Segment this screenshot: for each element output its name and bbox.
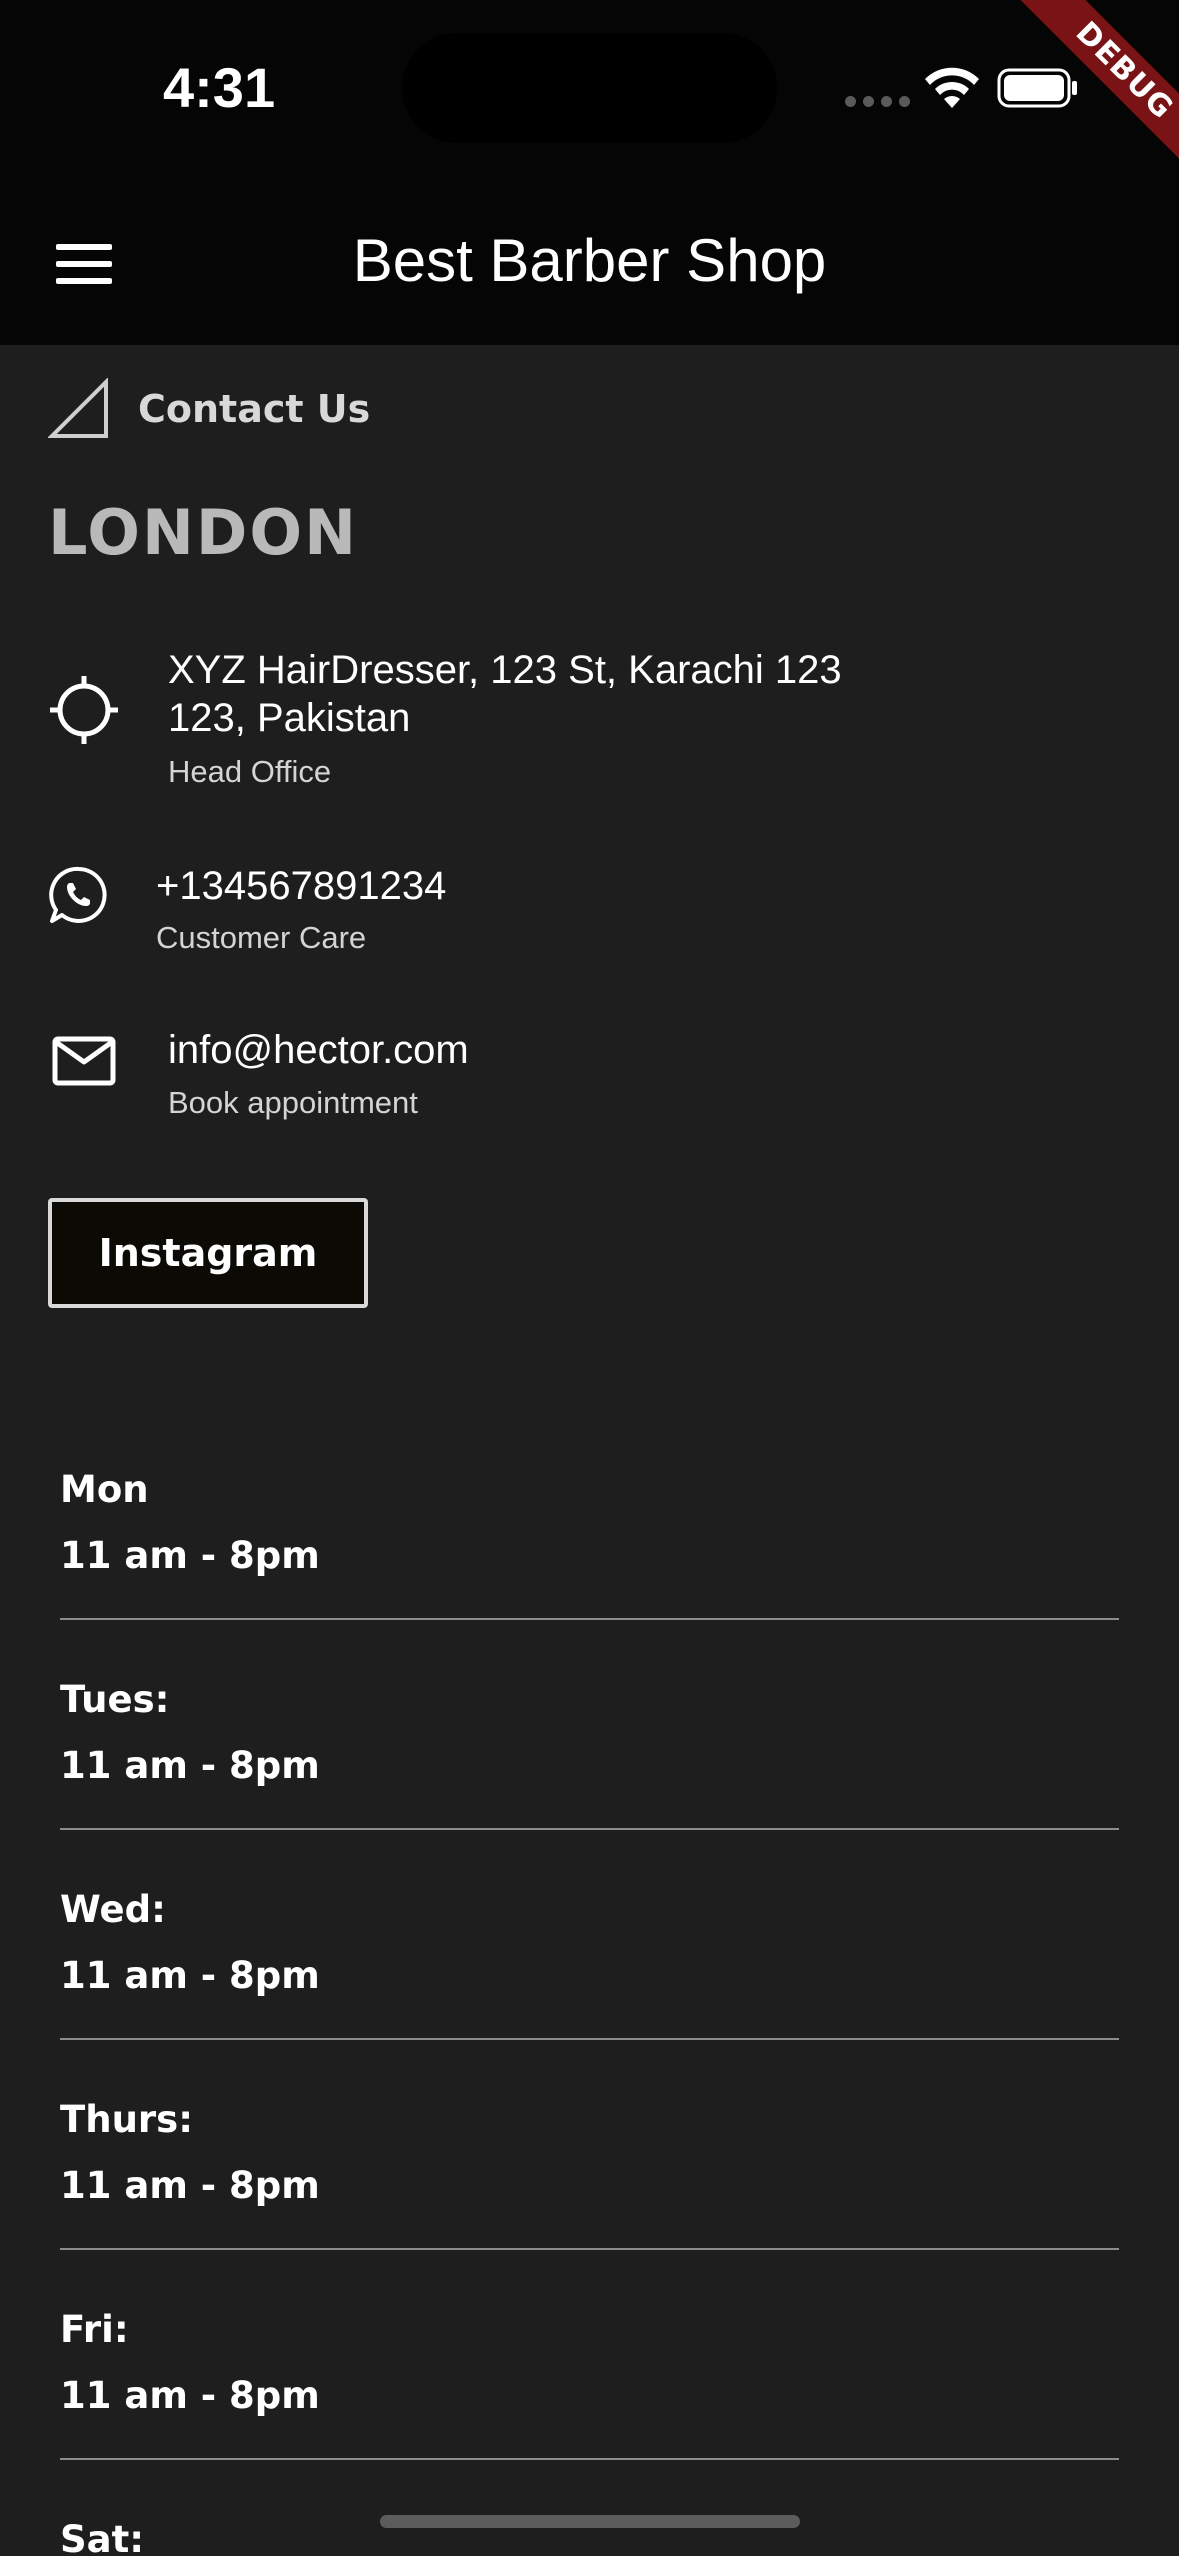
hours-value: 11 am - 8pm	[60, 1744, 320, 1787]
status-time: 4:31	[163, 56, 276, 119]
section-header: Contact Us	[48, 378, 370, 440]
instagram-button[interactable]: Instagram	[48, 1198, 368, 1308]
dynamic-island	[402, 33, 777, 143]
whatsapp-icon	[49, 866, 107, 923]
phone-number[interactable]: +134567891234	[156, 862, 446, 910]
section-title: Contact Us	[138, 387, 371, 431]
cellular-signal-icon	[845, 96, 910, 107]
address-text: XYZ HairDresser, 123 St, Karachi 123 123…	[168, 648, 842, 740]
hours-value: 11 am - 8pm	[60, 2374, 320, 2417]
hours-value: 11 am - 8pm	[60, 2164, 320, 2207]
hours-row-fri: Fri: 11 am - 8pm	[60, 2308, 1119, 2460]
app-bar: 4:31 DEBUG Best Barber Shop	[0, 0, 1179, 345]
hours-row-tue: Tues: 11 am - 8pm	[60, 1678, 1119, 1830]
day-label: Sat:	[60, 2518, 145, 2556]
phone-label: Customer Care	[156, 920, 367, 955]
day-label: Tues:	[60, 1678, 170, 1721]
home-indicator[interactable]	[380, 2515, 800, 2528]
address-label: Head Office	[168, 754, 332, 789]
wifi-icon	[925, 67, 979, 108]
hours-row-wed: Wed: 11 am - 8pm	[60, 1888, 1119, 2040]
city-title: LONDON	[48, 496, 358, 569]
mail-icon	[52, 1036, 116, 1086]
hours-value: 11 am - 8pm	[60, 1954, 320, 1997]
hours-row-mon: Mon 11 am - 8pm	[60, 1468, 1119, 1620]
app-title: Best Barber Shop	[352, 227, 827, 294]
battery-icon	[997, 68, 1077, 108]
location-target-icon	[50, 676, 118, 744]
triangle-icon	[48, 378, 108, 438]
day-label: Fri:	[60, 2308, 129, 2351]
day-label: Wed:	[60, 1888, 166, 1931]
hours-row-thu: Thurs: 11 am - 8pm	[60, 2098, 1119, 2250]
email-label: Book appointment	[168, 1085, 418, 1120]
contact-screen: 4:31 DEBUG Best Barber Shop Contact Us L…	[0, 0, 1179, 2556]
hours-value: 11 am - 8pm	[60, 1534, 320, 1577]
email-address[interactable]: info@hector.com	[168, 1026, 469, 1074]
day-label: Mon	[60, 1468, 149, 1511]
day-label: Thurs:	[60, 2098, 193, 2141]
